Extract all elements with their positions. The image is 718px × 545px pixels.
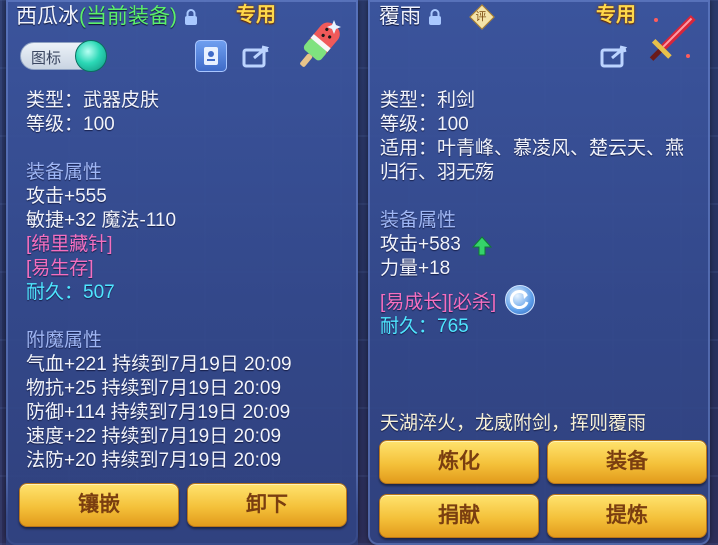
popsicle-item-icon: [300, 20, 341, 67]
weapon-level: 等级：100: [380, 114, 469, 135]
toggle-knob-icon: [75, 40, 107, 72]
weapon-flavor-text: 天湖淬火，龙威附剑，挥则覆雨: [380, 413, 647, 434]
equip-attr-header: 装备属性: [26, 162, 103, 183]
inlay-button[interactable]: 镶嵌: [19, 483, 179, 527]
attack-stat: 攻击+583: [380, 234, 461, 255]
sword-item-icon: [649, 14, 696, 61]
skin-title: 西瓜冰(当前装备): [16, 3, 199, 31]
lock-icon: [184, 9, 197, 26]
refresh-cycle-icon[interactable]: [505, 285, 535, 315]
rating-badge-text: 评: [475, 11, 487, 23]
id-card-icon: [204, 47, 218, 65]
suitable-classes-line1: 适用：叶青峰、慕凌风、楚云天、燕: [380, 138, 685, 159]
skin-name: 西瓜冰: [16, 5, 79, 28]
rating-badge-icon[interactable]: 评: [469, 4, 495, 30]
refine-button[interactable]: 炼化: [379, 440, 539, 484]
enchant-hp: 气血+221 持续到7月19日 20:09: [26, 354, 292, 375]
share-button[interactable]: [598, 40, 632, 70]
skin-level: 等级：100: [26, 114, 115, 135]
skin-detail-panel: 西瓜冰(当前装备) 专用 图标 类型：武器皮肤 等级：100 装备属性 攻击+5…: [6, 0, 358, 545]
agility-magic-stat: 敏捷+32 魔法-110: [26, 210, 177, 231]
upgrade-arrow-icon: [472, 236, 492, 256]
enchant-phys-resist: 物抗+25 持续到7月19日 20:09: [26, 378, 282, 399]
share-icon: [242, 45, 270, 68]
suitable-classes-line2: 归行、羽无殇: [380, 162, 495, 183]
icon-toggle-label: 图标: [31, 50, 62, 67]
enchant-magic-def: 法防+20 持续到7月19日 20:09: [26, 450, 282, 471]
equip-attr-header: 装备属性: [380, 210, 457, 231]
weapon-detail-panel: 覆雨 评 专用 类型：利剑 等级：100 适用：叶青峰、慕凌风、楚云天、燕 归行…: [368, 0, 710, 545]
enchant-speed: 速度+22 持续到7月19日 20:09: [26, 426, 282, 447]
weapon-type: 类型：利剑: [380, 90, 476, 111]
weapon-title: 覆雨: [379, 3, 443, 31]
share-button[interactable]: [240, 40, 274, 70]
strength-stat: 力量+18: [380, 258, 451, 279]
durability-stat: 耐久：507: [26, 282, 115, 303]
weapon-effects: [易成长][必杀]: [380, 292, 497, 313]
skin-type: 类型：武器皮肤: [26, 90, 160, 111]
equip-button[interactable]: 装备: [547, 440, 707, 484]
extract-button[interactable]: 提炼: [547, 494, 707, 538]
effect-yishengcun: [易生存]: [26, 258, 94, 279]
durability-stat: 耐久：765: [380, 316, 469, 337]
lock-icon: [428, 9, 441, 26]
effect-mianlicangzhen: [绵里藏针]: [26, 234, 113, 255]
icon-toggle[interactable]: 图标: [20, 40, 107, 72]
weapon-name: 覆雨: [379, 5, 421, 28]
exclusive-label: 专用: [596, 4, 636, 26]
donate-button[interactable]: 捐献: [379, 494, 539, 538]
share-icon: [600, 45, 628, 68]
enchant-defense: 防御+114 持续到7月19日 20:09: [26, 402, 291, 423]
id-card-button[interactable]: [195, 40, 227, 72]
equipped-status: (当前装备): [79, 5, 177, 28]
attack-stat: 攻击+555: [26, 186, 107, 207]
exclusive-label: 专用: [236, 4, 276, 26]
unequip-button[interactable]: 卸下: [187, 483, 347, 527]
enchant-attr-header: 附魔属性: [26, 330, 103, 351]
